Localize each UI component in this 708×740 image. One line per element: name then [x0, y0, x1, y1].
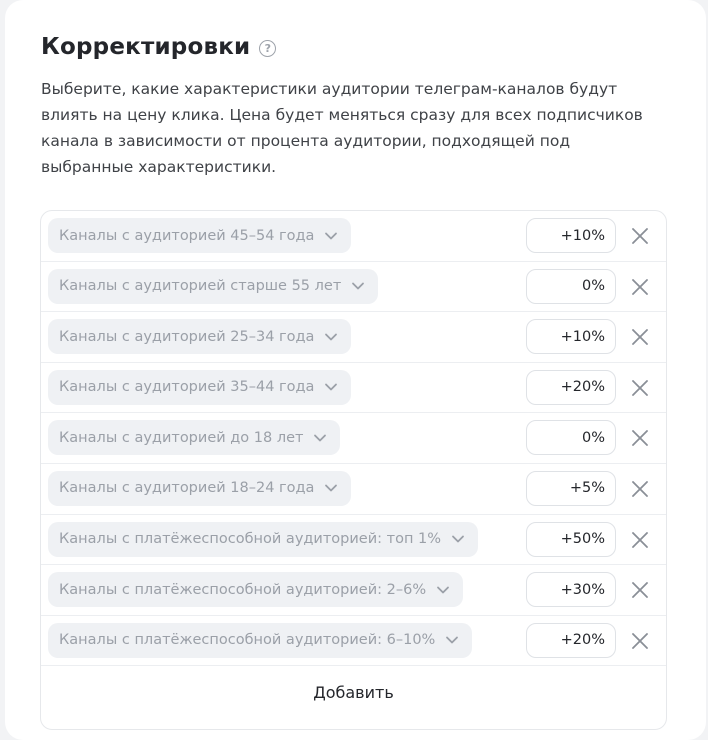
audience-select-label: Каналы с платёжеспособной аудиторией: 6–… — [59, 632, 436, 649]
adjustment-row: Каналы с аудиторией 35–44 года — [41, 363, 666, 414]
percent-input[interactable] — [526, 420, 616, 456]
chevron-down-icon — [444, 632, 460, 648]
percent-input[interactable] — [526, 470, 616, 506]
chevron-down-icon — [323, 379, 339, 395]
adjustment-row: Каналы с платёжеспособной аудиторией: 2–… — [41, 565, 666, 616]
section-header: Корректировки ? — [41, 34, 277, 60]
audience-select-label: Каналы с аудиторией старше 55 лет — [59, 278, 342, 295]
percent-input[interactable] — [526, 319, 616, 355]
audience-select[interactable]: Каналы с аудиторией 25–34 года — [48, 319, 352, 355]
adjustment-row: Каналы с аудиторией 45–54 года — [41, 211, 666, 262]
audience-select[interactable]: Каналы с платёжеспособной аудиторией: 2–… — [48, 572, 464, 608]
adjustment-row: Каналы с платёжеспособной аудиторией: 6–… — [41, 616, 666, 667]
audience-select[interactable]: Каналы с платёжеспособной аудиторией: 6–… — [48, 622, 473, 658]
audience-select-label: Каналы с аудиторией 35–44 года — [59, 379, 315, 396]
adjustment-row: Каналы с аудиторией 25–34 года — [41, 312, 666, 363]
adjustments-card: Корректировки ? Выберите, какие характер… — [5, 0, 706, 740]
audience-select-label: Каналы с аудиторией до 18 лет — [59, 429, 304, 446]
audience-select[interactable]: Каналы с аудиторией 45–54 года — [48, 218, 352, 253]
audience-select[interactable]: Каналы с аудиторией старше 55 лет — [48, 268, 379, 304]
question-circle-icon[interactable]: ? — [259, 39, 277, 57]
audience-select-label: Каналы с платёжеспособной аудиторией: 2–… — [59, 581, 427, 598]
chevron-down-icon — [323, 329, 339, 345]
audience-select[interactable]: Каналы с платёжеспособной аудиторией: то… — [48, 521, 479, 557]
audience-select-label: Каналы с аудиторией 18–24 года — [59, 480, 315, 497]
section-title: Корректировки — [41, 34, 251, 60]
audience-select[interactable]: Каналы с аудиторией 18–24 года — [48, 470, 352, 506]
percent-input[interactable] — [526, 218, 616, 253]
adjustment-row: Каналы с платёжеспособной аудиторией: то… — [41, 515, 666, 566]
chevron-down-icon — [435, 582, 451, 598]
percent-input[interactable] — [526, 369, 616, 405]
audience-select-label: Каналы с платёжеспособной аудиторией: то… — [59, 531, 442, 548]
audience-select-label: Каналы с аудиторией 45–54 года — [59, 227, 315, 244]
chevron-down-icon — [323, 480, 339, 496]
close-icon[interactable] — [628, 629, 652, 653]
close-icon[interactable] — [628, 275, 652, 299]
close-icon[interactable] — [628, 578, 652, 602]
audience-select[interactable]: Каналы с аудиторией до 18 лет — [48, 420, 341, 456]
adjustments-list: Каналы с аудиторией 45–54 года Каналы с а… — [40, 210, 667, 730]
adjustment-rows: Каналы с аудиторией 45–54 года Каналы с а… — [41, 211, 666, 667]
close-icon[interactable] — [628, 224, 652, 248]
audience-select-label: Каналы с аудиторией 25–34 года — [59, 328, 315, 345]
adjustment-row: Каналы с аудиторией 18–24 года — [41, 464, 666, 515]
percent-input[interactable] — [526, 622, 616, 658]
close-icon[interactable] — [628, 528, 652, 552]
percent-input[interactable] — [526, 521, 616, 557]
audience-select[interactable]: Каналы с аудиторией 35–44 года — [48, 369, 352, 405]
percent-input[interactable] — [526, 572, 616, 608]
chevron-down-icon — [350, 278, 366, 294]
close-icon[interactable] — [628, 325, 652, 349]
close-icon[interactable] — [628, 376, 652, 400]
chevron-down-icon — [450, 531, 466, 547]
adjustment-row: Каналы с аудиторией до 18 лет — [41, 413, 666, 464]
adjustment-row: Каналы с аудиторией старше 55 лет — [41, 262, 666, 313]
close-icon[interactable] — [628, 477, 652, 501]
add-adjustment-button[interactable]: Добавить — [41, 666, 666, 718]
percent-input[interactable] — [526, 268, 616, 304]
section-description: Выберите, какие характеристики аудитории… — [41, 80, 643, 176]
chevron-down-icon — [312, 430, 328, 446]
chevron-down-icon — [323, 228, 339, 244]
close-icon[interactable] — [628, 426, 652, 450]
